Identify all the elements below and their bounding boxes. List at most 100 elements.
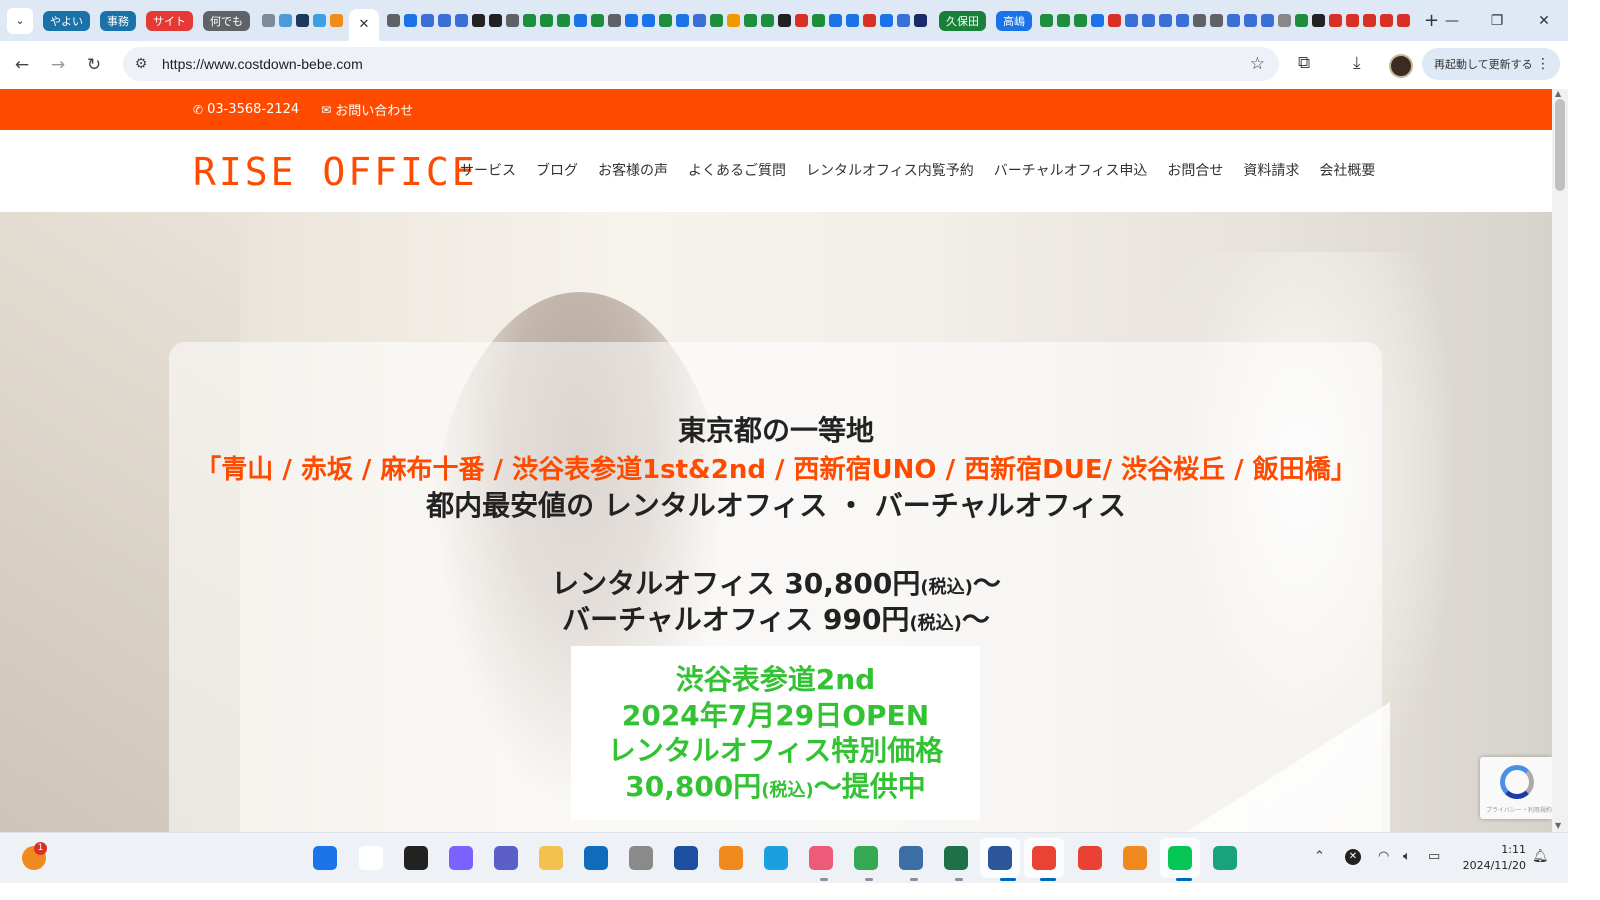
tab-favicon[interactable] bbox=[863, 14, 876, 27]
battery-icon[interactable]: ▭ bbox=[1428, 849, 1440, 864]
nav-item-7[interactable]: お問合せ bbox=[1167, 160, 1223, 180]
close-window-icon[interactable]: ✕ bbox=[1520, 0, 1568, 41]
tab-favicon[interactable] bbox=[574, 14, 587, 27]
tab-favicon[interactable] bbox=[659, 14, 672, 27]
tab-favicon[interactable] bbox=[880, 14, 893, 27]
tab-favicon[interactable] bbox=[608, 14, 621, 27]
app-icon[interactable] bbox=[809, 846, 833, 870]
restore-icon[interactable]: ❐ bbox=[1473, 0, 1521, 41]
tab-favicon[interactable] bbox=[557, 14, 570, 27]
extensions-icon[interactable]: ⧉ bbox=[1298, 53, 1310, 73]
tab-favicon[interactable] bbox=[914, 14, 927, 27]
tab-favicon[interactable] bbox=[1040, 14, 1053, 27]
tab-favicon[interactable] bbox=[642, 14, 655, 27]
tab-favicon[interactable] bbox=[1380, 14, 1393, 27]
tab-favicon[interactable] bbox=[727, 14, 740, 27]
taskbar-clock[interactable]: 1:11 2024/11/20 bbox=[1460, 842, 1526, 874]
tab-favicon[interactable] bbox=[330, 14, 343, 27]
tab-favicon[interactable] bbox=[262, 14, 275, 27]
word-icon[interactable] bbox=[988, 846, 1012, 870]
nav-item-5[interactable]: レンタルオフィス内覧予約 bbox=[806, 160, 974, 180]
nav-item-9[interactable]: 会社概要 bbox=[1319, 160, 1375, 180]
contact-link[interactable]: ✉ お問い合わせ bbox=[321, 100, 413, 120]
tab-favicon[interactable] bbox=[387, 14, 400, 27]
tab-favicon[interactable] bbox=[421, 14, 434, 27]
tab-favicon[interactable] bbox=[1261, 14, 1274, 27]
edge-icon[interactable] bbox=[764, 846, 788, 870]
line-icon[interactable] bbox=[1168, 846, 1192, 870]
back-arrow-icon[interactable]: ← bbox=[4, 47, 40, 83]
app-icon[interactable] bbox=[1123, 846, 1147, 870]
nav-item-4[interactable]: よくあるご質問 bbox=[688, 160, 786, 180]
tab-favicon[interactable] bbox=[812, 14, 825, 27]
tab-favicon[interactable] bbox=[778, 14, 791, 27]
close-icon[interactable]: ✕ bbox=[359, 17, 370, 32]
tab-favicon[interactable] bbox=[829, 14, 842, 27]
tab-favicon[interactable] bbox=[1125, 14, 1138, 27]
site-info-icon[interactable]: ⚙ bbox=[126, 56, 156, 72]
tab-favicon[interactable] bbox=[1193, 14, 1206, 27]
recaptcha-caption[interactable]: プライバシー・利用規約 bbox=[1486, 805, 1552, 814]
tab-group-3[interactable]: サイト bbox=[146, 10, 193, 31]
tab-favicon[interactable] bbox=[1363, 14, 1376, 27]
tab-favicon[interactable] bbox=[676, 14, 689, 27]
tab-favicon[interactable] bbox=[1176, 14, 1189, 27]
promo-box[interactable]: 渋谷表参道2nd 2024年7月29日OPEN レンタルオフィス特別価格 30,… bbox=[571, 646, 980, 820]
tab-favicon[interactable] bbox=[1091, 14, 1104, 27]
tab-favicon[interactable] bbox=[693, 14, 706, 27]
tab-search-button[interactable]: ⌄ bbox=[7, 7, 33, 34]
minimize-icon[interactable]: — bbox=[1428, 0, 1476, 41]
forward-arrow-icon[interactable]: → bbox=[40, 47, 76, 83]
active-tab[interactable]: ✕ bbox=[349, 8, 379, 41]
tab-favicon[interactable] bbox=[523, 14, 536, 27]
tab-favicon[interactable] bbox=[1057, 14, 1070, 27]
copilot-icon[interactable] bbox=[449, 846, 473, 870]
tab-favicon[interactable] bbox=[1295, 14, 1308, 27]
tab-favicon[interactable] bbox=[710, 14, 723, 27]
tab-group-1[interactable]: 久保田 bbox=[939, 10, 986, 31]
tab-favicon[interactable] bbox=[1278, 14, 1291, 27]
task-view-icon[interactable] bbox=[404, 846, 428, 870]
chrome-icon[interactable] bbox=[1032, 846, 1056, 870]
tab-favicon[interactable] bbox=[506, 14, 519, 27]
url-text[interactable]: https://www.costdown-bebe.com bbox=[162, 56, 363, 72]
bookmark-star-icon[interactable]: ☆ bbox=[1250, 54, 1265, 74]
tab-favicon[interactable] bbox=[1142, 14, 1155, 27]
reload-icon[interactable]: ↻ bbox=[76, 47, 112, 83]
tab-favicon[interactable] bbox=[1227, 14, 1240, 27]
tab-favicon[interactable] bbox=[455, 14, 468, 27]
excel-icon[interactable] bbox=[944, 846, 968, 870]
tab-favicon[interactable] bbox=[1244, 14, 1257, 27]
tab-favicon[interactable] bbox=[1312, 14, 1325, 27]
wifi-icon[interactable]: ◠ bbox=[1378, 849, 1389, 864]
tab-favicon[interactable] bbox=[761, 14, 774, 27]
settings-gear-icon[interactable] bbox=[629, 846, 653, 870]
phone-link[interactable]: ✆ 03-3568-2124 bbox=[193, 102, 299, 117]
site-logo[interactable]: RISE OFFICE bbox=[193, 150, 478, 194]
nav-item-8[interactable]: 資料請求 bbox=[1243, 160, 1299, 180]
more-menu-icon[interactable]: ⋮ bbox=[1536, 56, 1550, 72]
outlook-icon[interactable] bbox=[584, 846, 608, 870]
notification-bell-icon[interactable]: 🔔︎ bbox=[1532, 849, 1549, 864]
tab-group-2[interactable]: 高嶋 bbox=[996, 10, 1032, 31]
show-hidden-icons-chevron-icon[interactable]: ⌃ bbox=[1314, 849, 1325, 864]
app-icon[interactable] bbox=[899, 846, 923, 870]
tab-favicon[interactable] bbox=[1210, 14, 1223, 27]
tab-favicon[interactable] bbox=[1397, 14, 1410, 27]
app-icon[interactable] bbox=[719, 846, 743, 870]
tab-favicon[interactable] bbox=[313, 14, 326, 27]
profile-avatar[interactable] bbox=[1389, 54, 1413, 78]
tab-favicon[interactable] bbox=[846, 14, 859, 27]
tab-favicon[interactable] bbox=[625, 14, 638, 27]
tab-favicon[interactable] bbox=[795, 14, 808, 27]
download-icon[interactable]: ⤓ bbox=[1353, 53, 1361, 73]
volume-icon[interactable]: 🔈︎ bbox=[1403, 849, 1411, 864]
address-bar[interactable]: ⚙ https://www.costdown-bebe.com ☆ bbox=[123, 47, 1279, 81]
tab-favicon[interactable] bbox=[1074, 14, 1087, 27]
tab-favicon[interactable] bbox=[1159, 14, 1172, 27]
start-windows-icon[interactable] bbox=[313, 846, 337, 870]
scroll-down-icon[interactable]: ▼ bbox=[1555, 821, 1561, 830]
tab-favicon[interactable] bbox=[1346, 14, 1359, 27]
tab-favicon[interactable] bbox=[404, 14, 417, 27]
tab-group-1[interactable]: やよい bbox=[43, 10, 90, 31]
